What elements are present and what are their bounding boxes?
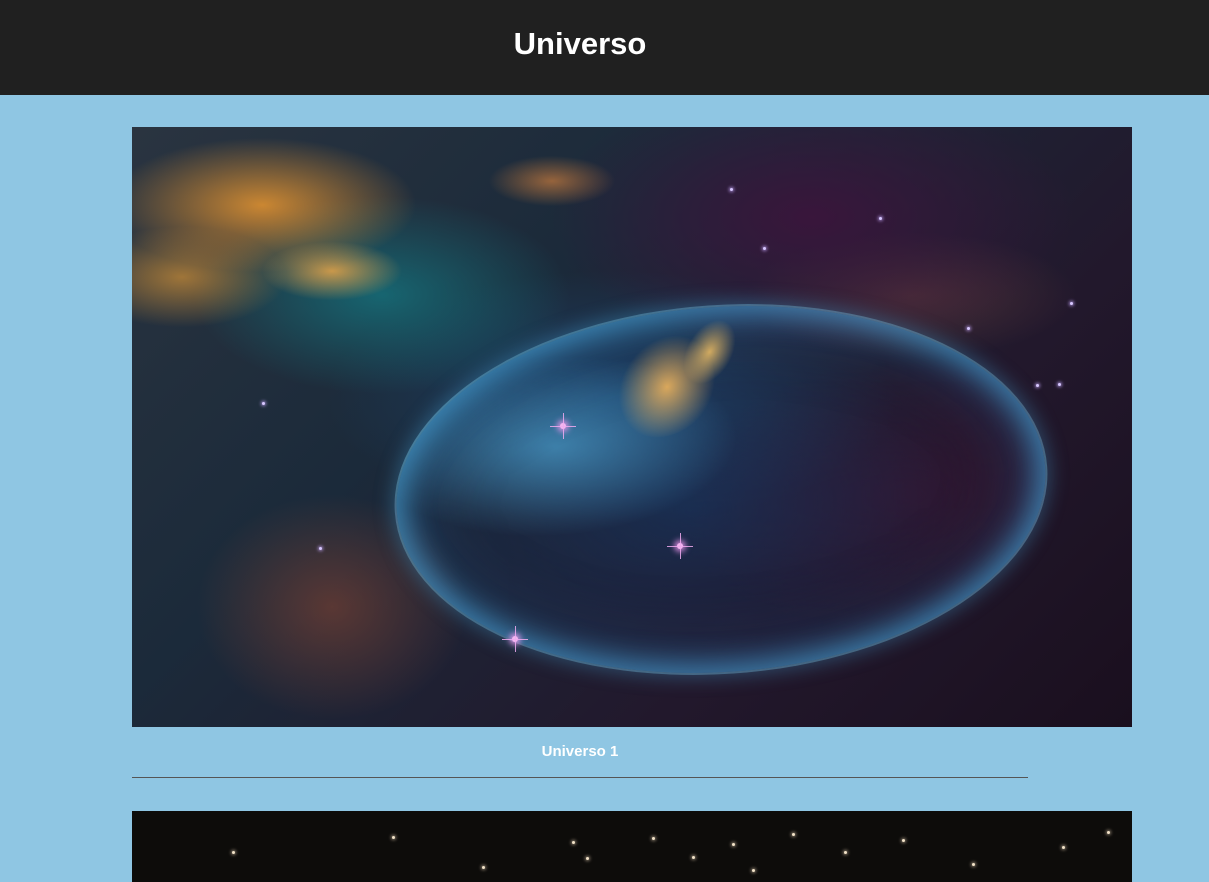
star (967, 327, 970, 330)
star (1058, 383, 1061, 386)
page-header: Universo (0, 0, 1209, 95)
star-flare (550, 413, 576, 439)
star (1070, 302, 1073, 305)
star (752, 869, 755, 872)
star (1036, 384, 1039, 387)
star (879, 217, 882, 220)
gallery-caption: Universo 1 (541, 743, 619, 760)
star-flare (502, 626, 528, 652)
star (902, 839, 905, 842)
star-flare (667, 533, 693, 559)
star (319, 547, 322, 550)
star (586, 857, 589, 860)
section-divider (132, 777, 1028, 778)
star (232, 851, 235, 854)
page-title: Universo (513, 26, 647, 61)
star (792, 833, 795, 836)
star (1062, 846, 1065, 849)
star (392, 836, 395, 839)
star (482, 866, 485, 869)
star (692, 856, 695, 859)
gallery-image-nebula (132, 127, 1132, 727)
star (1107, 831, 1110, 834)
star (572, 841, 575, 844)
star (972, 863, 975, 866)
star (652, 837, 655, 840)
star (730, 188, 733, 191)
star (262, 402, 265, 405)
star (732, 843, 735, 846)
star (763, 247, 766, 250)
gallery-image-starfield (132, 811, 1132, 882)
star (844, 851, 847, 854)
